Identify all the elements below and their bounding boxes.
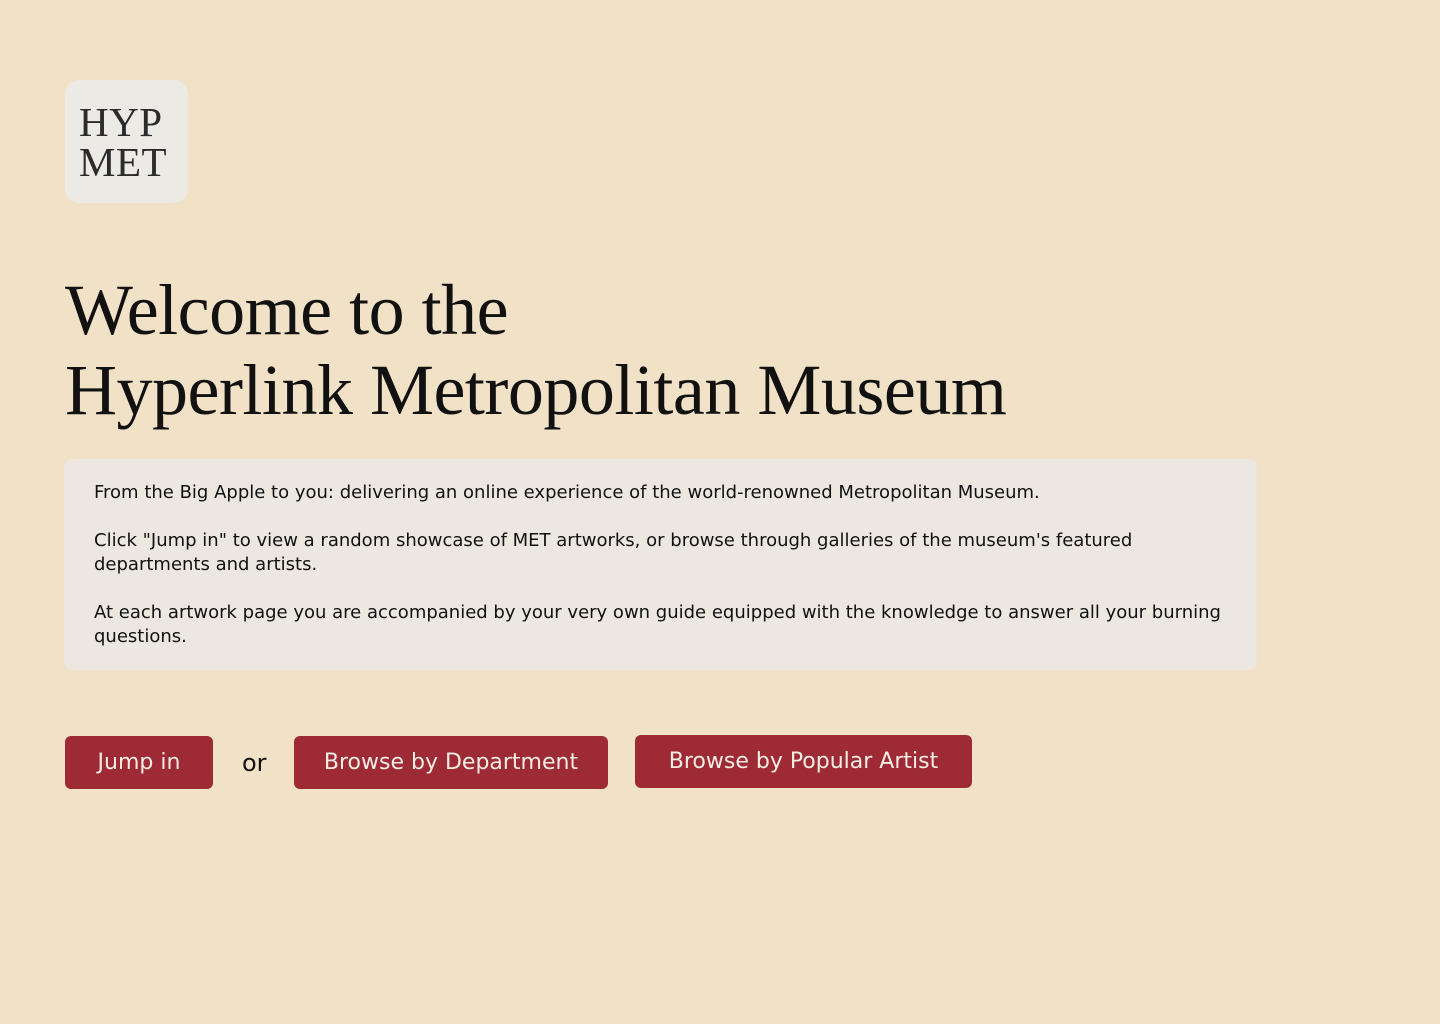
logo-line-2: MET xyxy=(79,139,168,185)
intro-paragraph: From the Big Apple to you: delivering an… xyxy=(94,482,1040,503)
page-title: Welcome to the Hyperlink Metropolitan Mu… xyxy=(65,270,1007,430)
intro-paragraph: Click "Jump in" to view a random showcas… xyxy=(94,530,1133,575)
logo-line-1: HYP xyxy=(79,99,163,145)
page-title-line-2: Hyperlink Metropolitan Museum xyxy=(65,350,1007,430)
browse-by-popular-artist-button[interactable]: Browse by Popular Artist xyxy=(635,735,972,788)
browse-by-department-button[interactable]: Browse by Department xyxy=(294,736,608,789)
jump-in-button[interactable]: Jump in xyxy=(65,736,213,789)
intro-paragraph: At each artwork page you are accompanied… xyxy=(94,602,1221,647)
or-separator: or xyxy=(242,749,267,777)
intro-panel: From the Big Apple to you: delivering an… xyxy=(64,459,1257,670)
site-logo[interactable]: HYP MET xyxy=(65,80,188,203)
page-title-line-1: Welcome to the xyxy=(65,270,509,350)
